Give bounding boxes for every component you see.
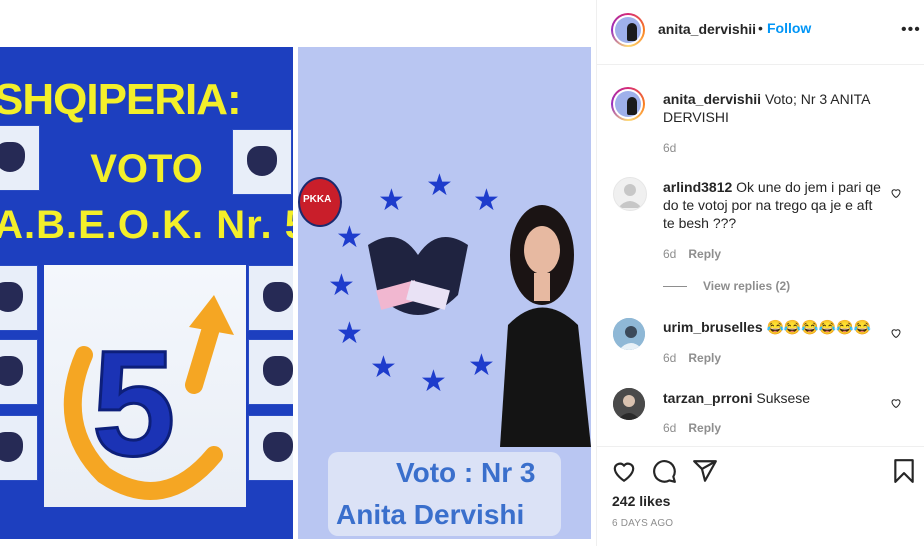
caption-avatar[interactable] (611, 87, 645, 121)
svg-text:★: ★ (426, 168, 453, 203)
comment-text: 😂😂😂😂😂😂 (766, 319, 872, 335)
comment-2: urim_bruselles 😂😂😂😂😂😂 (663, 318, 885, 336)
svg-text:★: ★ (328, 268, 355, 303)
heart-icon[interactable] (611, 458, 637, 484)
poster-right: PKKA ★ ★ ★ ★ ★ ★ ★ ★ ★ Voto : Nr 3 Anita… (298, 47, 591, 539)
caption-username[interactable]: anita_dervishii (663, 91, 761, 107)
comment-meta: 6d Reply (663, 421, 721, 435)
flag-tile (248, 265, 293, 331)
share-icon[interactable] (692, 458, 718, 484)
more-icon[interactable]: ••• (901, 21, 921, 39)
comment-username[interactable]: tarzan_prroni (663, 390, 752, 406)
comment-username[interactable]: urim_bruselles (663, 319, 763, 335)
view-replies-line (663, 286, 687, 287)
poster-voto: VOTO (90, 147, 203, 191)
poster-number: 5 (92, 319, 175, 487)
comment-meta: 6d Reply (663, 247, 721, 261)
svg-text:★: ★ (370, 350, 397, 385)
post-header: anita_dervishii • Follow ••• (597, 0, 924, 65)
comment-icon[interactable] (651, 458, 677, 484)
comment-time: 6d (663, 247, 677, 261)
svg-text:★: ★ (378, 183, 405, 218)
poster-left: SHQIPERIA: VOTO .A.B.E.O.K. Nr. 5 5 (0, 47, 293, 539)
reply-button[interactable]: Reply (688, 351, 721, 365)
candidate-photo (500, 205, 591, 447)
flag-tile (0, 339, 38, 405)
separator-dot: • (758, 20, 763, 36)
view-replies-button[interactable]: View replies (2) (703, 279, 790, 293)
reply-button[interactable]: Reply (688, 247, 721, 261)
comment-3: tarzan_prroni Suksese (663, 389, 885, 407)
comment-like-icon[interactable] (890, 187, 902, 199)
author-username[interactable]: anita_dervishii (658, 21, 756, 37)
svg-text:★: ★ (336, 316, 363, 351)
comment-time: 6d (663, 421, 677, 435)
author-avatar[interactable] (611, 13, 645, 47)
post-sidebar: anita_dervishii • Follow ••• anita_dervi… (596, 0, 924, 546)
flag-tile (0, 265, 38, 331)
candidate-name: Anita Dervishi (336, 499, 525, 530)
flag-tile (248, 339, 293, 405)
comment-1: arlind3812 Ok une do jem i pari qe do te… (663, 178, 885, 232)
comment-avatar[interactable] (613, 318, 645, 350)
comment-username[interactable]: arlind3812 (663, 179, 732, 195)
follow-button[interactable]: Follow (767, 20, 811, 36)
poster-party: .A.B.E.O.K. Nr. 5 (0, 203, 293, 247)
comment-text: Suksese (756, 390, 811, 406)
poster-title: SHQIPERIA: (0, 75, 242, 124)
post-date: 6 DAYS AGO (612, 518, 674, 529)
post-media[interactable]: SHQIPERIA: VOTO .A.B.E.O.K. Nr. 5 5 PKKA… (0, 0, 595, 546)
poster-number-panel: 5 (44, 265, 246, 507)
vote-line: Voto : Nr 3 (396, 457, 536, 488)
comment-avatar[interactable] (613, 388, 645, 420)
svg-text:★: ★ (336, 220, 363, 255)
eagle-handshake-graphic: ★ ★ ★ ★ ★ ★ ★ ★ ★ (328, 168, 500, 395)
comment-like-icon[interactable] (890, 327, 902, 339)
bookmark-icon[interactable] (891, 458, 917, 484)
reply-button[interactable]: Reply (688, 421, 721, 435)
caption: anita_dervishii Voto; Nr 3 ANITA DERVISH… (663, 90, 893, 126)
number-five-graphic: 5 (63, 295, 234, 500)
comments-list[interactable]: anita_dervishii Voto; Nr 3 ANITA DERVISH… (597, 65, 924, 445)
svg-text:★: ★ (420, 364, 447, 395)
likes-count[interactable]: 242 likes (612, 493, 670, 509)
flag-tile (248, 415, 293, 481)
flag-tile (0, 415, 38, 481)
caption-time: 6d (663, 141, 677, 155)
comment-time: 6d (663, 351, 677, 365)
post-actions: 242 likes 6 DAYS AGO (597, 446, 924, 547)
comment-avatar[interactable] (613, 177, 647, 211)
comment-like-icon[interactable] (890, 397, 902, 409)
comment-meta: 6d Reply (663, 351, 721, 365)
